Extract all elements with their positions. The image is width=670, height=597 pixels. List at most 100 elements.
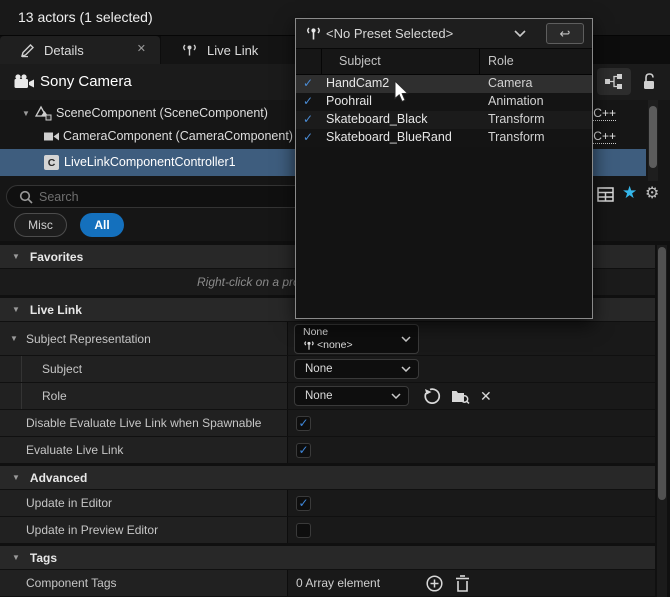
checkbox-unchecked[interactable] xyxy=(296,523,311,538)
column-divider xyxy=(479,49,480,74)
close-icon[interactable]: ✕ xyxy=(137,42,146,55)
live-link-antenna-icon xyxy=(303,340,315,351)
tree-scrollbar[interactable] xyxy=(648,100,658,181)
dropdown-value: None xyxy=(305,363,333,375)
popup-column-headers: Subject Role xyxy=(296,49,592,75)
property-label: Update in Editor xyxy=(26,496,112,510)
chevron-down-icon: ▼ xyxy=(12,473,20,482)
property-row-update-in-editor: Update in Editor ✓ xyxy=(0,490,655,516)
details-panel-window: 13 actors (1 selected) Details ✕ Live Li… xyxy=(0,0,670,597)
check-icon[interactable]: ✓ xyxy=(303,94,313,108)
chevron-down-icon[interactable]: ▼ xyxy=(22,109,30,118)
property-label: Evaluate Live Link xyxy=(26,443,123,457)
array-element-count: 0 Array element xyxy=(296,576,380,590)
column-divider xyxy=(321,49,322,74)
column-header-role[interactable]: Role xyxy=(488,54,514,68)
gear-icon[interactable]: ⚙ xyxy=(645,183,659,203)
section-label: Favorites xyxy=(30,250,83,264)
live-link-subjects-popup: <No Preset Selected> ↩ Subject Role ✓ Ha… xyxy=(295,18,593,319)
actor-count-label: 13 actors (1 selected) xyxy=(18,9,153,25)
favorites-hint-text: Right-click on a pro xyxy=(197,275,300,289)
checkbox-checked[interactable]: ✓ xyxy=(296,416,311,431)
clear-icon[interactable]: ✕ xyxy=(480,388,492,405)
popup-header: <No Preset Selected> ↩ xyxy=(296,19,592,49)
subject-role: Camera xyxy=(488,76,532,90)
chevron-down-icon[interactable]: ▼ xyxy=(10,334,18,343)
tree-row-label: CameraComponent (CameraComponent) xyxy=(63,129,293,143)
property-row-disable-evaluate: Disable Evaluate Live Link when Spawnabl… xyxy=(0,410,655,436)
subject-row[interactable]: ✓ Skateboard_Black Transform xyxy=(296,111,592,129)
chevron-down-icon: ▼ xyxy=(12,305,20,314)
filter-all-button[interactable]: All xyxy=(80,213,124,237)
checkbox-checked[interactable]: ✓ xyxy=(296,496,311,511)
property-label: Component Tags xyxy=(26,576,117,590)
properties-scrollbar[interactable] xyxy=(657,245,667,597)
tab-details[interactable]: Details ✕ xyxy=(0,36,160,64)
chevron-down-icon: ▼ xyxy=(12,553,20,562)
tree-scrollbar-thumb[interactable] xyxy=(649,106,657,168)
section-header-tags[interactable]: ▼ Tags xyxy=(0,546,655,569)
subject-row[interactable]: ✓ Skateboard_BlueRand Transform xyxy=(296,129,592,147)
property-label: Update in Preview Editor xyxy=(26,523,158,537)
open-blueprint-button[interactable] xyxy=(597,68,631,95)
browse-to-asset-icon[interactable] xyxy=(451,388,470,404)
dropdown-value: None xyxy=(305,390,333,402)
check-icon: ✓ xyxy=(298,497,308,509)
subject-row[interactable]: ✓ HandCam2 Camera xyxy=(296,75,592,93)
details-pencil-icon xyxy=(20,43,35,58)
subject-name: Skateboard_Black xyxy=(326,112,427,126)
property-row-subject: Subject None xyxy=(0,356,655,382)
subject-role: Animation xyxy=(488,94,544,108)
dropdown-subvalue: <none> xyxy=(317,339,353,352)
selected-object-title: Sony Camera xyxy=(40,73,132,90)
tab-live-link[interactable]: Live Link xyxy=(161,36,298,64)
section-label: Tags xyxy=(30,551,57,565)
live-link-antenna-icon xyxy=(181,43,198,58)
section-header-advanced[interactable]: ▼ Advanced xyxy=(0,466,655,489)
scene-component-icon xyxy=(35,105,52,121)
property-label: Subject xyxy=(42,362,82,376)
chevron-down-icon xyxy=(391,393,401,399)
property-row-role: Role None ✕ xyxy=(0,383,655,409)
chevron-down-icon xyxy=(401,366,411,372)
component-c-icon: C xyxy=(44,155,59,170)
properties-scrollbar-thumb[interactable] xyxy=(658,247,666,500)
chevron-down-icon xyxy=(401,336,411,342)
add-element-icon[interactable] xyxy=(426,575,443,592)
checkbox-checked[interactable]: ✓ xyxy=(296,443,311,458)
tree-row-label: SceneComponent (SceneComponent) xyxy=(56,106,268,120)
chevron-down-icon: ▼ xyxy=(12,252,20,261)
section-label: Live Link xyxy=(30,303,82,317)
search-placeholder: Search xyxy=(39,190,79,204)
subject-representation-dropdown[interactable]: None <none> xyxy=(294,324,419,354)
property-row-subject-representation: ▼ Subject Representation None <none> xyxy=(0,322,655,355)
check-icon: ✓ xyxy=(298,417,308,429)
check-icon[interactable]: ✓ xyxy=(303,130,313,144)
column-header-subject[interactable]: Subject xyxy=(339,54,381,68)
check-icon[interactable]: ✓ xyxy=(303,112,313,126)
property-label: Role xyxy=(42,389,67,403)
chevron-down-icon[interactable] xyxy=(514,30,526,37)
unlock-icon[interactable] xyxy=(641,72,657,91)
indent-guide xyxy=(21,356,22,382)
subject-role: Transform xyxy=(488,130,545,144)
camera-component-icon xyxy=(44,130,60,143)
undo-icon: ↩ xyxy=(560,26,571,42)
check-icon[interactable]: ✓ xyxy=(303,76,313,90)
use-selected-asset-icon[interactable] xyxy=(423,387,441,405)
search-icon xyxy=(19,190,34,205)
subject-row[interactable]: ✓ Poohrail Animation xyxy=(296,93,592,111)
role-dropdown[interactable]: None xyxy=(294,386,409,406)
revert-preset-button[interactable]: ↩ xyxy=(546,23,584,44)
preset-selector-value[interactable]: <No Preset Selected> xyxy=(326,26,453,41)
subject-dropdown[interactable]: None xyxy=(294,359,419,379)
favorites-star-icon[interactable]: ★ xyxy=(622,183,637,203)
display-settings-icon[interactable] xyxy=(597,187,614,202)
live-link-antenna-icon xyxy=(305,26,322,41)
property-row-update-in-preview: Update in Preview Editor xyxy=(0,517,655,543)
subject-role: Transform xyxy=(488,112,545,126)
filter-misc-button[interactable]: Misc xyxy=(14,213,67,237)
node-graph-icon xyxy=(604,73,624,90)
delete-trash-icon[interactable] xyxy=(455,575,470,592)
subject-name: HandCam2 xyxy=(326,76,389,90)
